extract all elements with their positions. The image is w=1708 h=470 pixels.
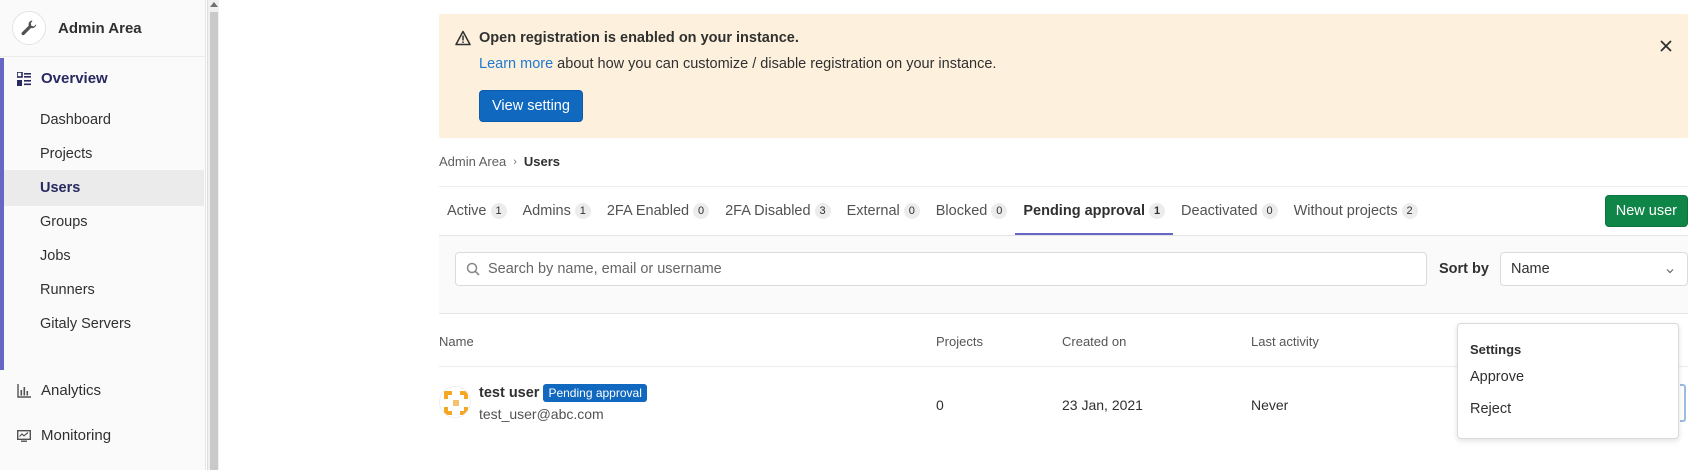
- sort-value: Name: [1511, 261, 1550, 277]
- monitoring-icon: [16, 428, 32, 444]
- tab-external[interactable]: External 0: [839, 187, 928, 235]
- sidebar-item-monitoring[interactable]: Monitoring: [16, 427, 111, 444]
- reject-menu-item[interactable]: Reject: [1470, 401, 1511, 417]
- tab-label: Deactivated: [1181, 203, 1258, 219]
- sidebar-item-analytics[interactable]: Analytics: [16, 382, 101, 399]
- view-setting-button[interactable]: View setting: [479, 90, 583, 122]
- sidebar-item-dashboard[interactable]: Dashboard: [4, 102, 204, 138]
- user-email: test_user@abc.com: [479, 406, 604, 422]
- tab-count-badge: 0: [903, 203, 920, 219]
- sidebar-item-label: Gitaly Servers: [40, 316, 132, 332]
- dropdown-header: Settings: [1470, 342, 1522, 357]
- breadcrumb-current[interactable]: Users: [524, 154, 560, 169]
- tab-label: Admins: [522, 203, 571, 219]
- chevron-down-icon: [1665, 264, 1675, 280]
- user-actions-dropdown: Settings Approve Reject: [1457, 323, 1679, 439]
- learn-more-link[interactable]: Learn more: [479, 56, 553, 72]
- sidebar-overview-label: Overview: [41, 70, 108, 87]
- status-badge: Pending approval: [543, 384, 647, 402]
- sidebar-item-gitaly-servers[interactable]: Gitaly Servers: [4, 306, 204, 342]
- created-on-date: 23 Jan, 2021: [1062, 397, 1143, 413]
- tab-count-badge: 0: [991, 203, 1008, 219]
- warning-icon: [455, 30, 471, 49]
- breadcrumb-admin-area[interactable]: Admin Area: [439, 154, 506, 169]
- tab-label: Without projects: [1293, 203, 1398, 219]
- analytics-icon: [16, 383, 32, 399]
- column-header-projects: Projects: [936, 334, 983, 349]
- filter-bar: Sort by Name: [439, 236, 1688, 314]
- user-tabs: Active 1 Admins 1 2FA Enabled 0 2FA Disable…: [439, 187, 1426, 235]
- tab-count-badge: 1: [1149, 203, 1166, 219]
- alert-body: Learn more about how you can customize /…: [479, 56, 996, 72]
- user-name-cell: test user Pending approval: [479, 384, 647, 402]
- tab-count-badge: 1: [490, 203, 507, 219]
- search-field[interactable]: [455, 252, 1427, 286]
- sidebar-header[interactable]: Admin Area: [0, 0, 205, 57]
- alert-body-text: about how you can customize / disable re…: [553, 56, 997, 72]
- sidebar-item-runners[interactable]: Runners: [4, 272, 204, 308]
- sidebar-analytics-label: Analytics: [41, 382, 102, 399]
- sidebar-item-projects[interactable]: Projects: [4, 136, 204, 172]
- sidebar-item-groups[interactable]: Groups: [4, 204, 204, 240]
- column-header-created-on: Created on: [1062, 334, 1127, 349]
- close-icon[interactable]: [1658, 38, 1674, 54]
- sidebar-item-label: Groups: [40, 214, 88, 230]
- sidebar-title: Admin Area: [58, 19, 142, 37]
- tab-deactivated[interactable]: Deactivated 0: [1173, 187, 1286, 235]
- registration-alert: Open registration is enabled on your ins…: [439, 14, 1688, 138]
- chevron-right-icon: ›: [513, 155, 517, 168]
- tab-count-badge: 1: [574, 203, 591, 219]
- column-header-name: Name: [439, 334, 474, 349]
- sidebar-monitoring-label: Monitoring: [41, 427, 112, 444]
- tab-count-badge: 2: [1401, 203, 1418, 219]
- admin-wrench-icon: [12, 11, 46, 45]
- approve-menu-item[interactable]: Approve: [1470, 369, 1524, 385]
- scroll-up-arrow-icon[interactable]: [210, 2, 218, 7]
- scroll-thumb[interactable]: [210, 12, 218, 470]
- tab-label: External: [846, 203, 900, 219]
- tab-admins[interactable]: Admins 1: [515, 187, 599, 235]
- sidebar-scrollbar[interactable]: [207, 0, 219, 470]
- tab-active[interactable]: Active 1: [439, 187, 515, 235]
- user-actions-button[interactable]: [1680, 384, 1686, 422]
- sidebar-item-label: Projects: [40, 146, 93, 162]
- alert-title: Open registration is enabled on your ins…: [479, 30, 799, 46]
- sidebar-item-label: Jobs: [40, 248, 71, 264]
- tab-label: Active: [447, 203, 487, 219]
- sidebar: Admin Area Overview Dashboard Projects U…: [0, 0, 206, 470]
- tab-label: 2FA Enabled: [606, 203, 690, 219]
- projects-count: 0: [936, 397, 944, 413]
- last-activity-value: Never: [1251, 397, 1289, 413]
- search-icon: [466, 262, 480, 276]
- sidebar-item-overview[interactable]: Overview: [16, 70, 108, 87]
- tab-count-badge: 0: [693, 203, 710, 219]
- sort-label: Sort by: [1439, 261, 1489, 277]
- sidebar-item-users[interactable]: Users: [4, 170, 204, 206]
- avatar[interactable]: [439, 386, 471, 418]
- overview-icon: [16, 71, 32, 87]
- tab-count-badge: 3: [814, 203, 831, 219]
- tab-label: Pending approval: [1023, 203, 1146, 219]
- sidebar-item-jobs[interactable]: Jobs: [4, 238, 204, 274]
- tab-2fa-disabled[interactable]: 2FA Disabled 3: [717, 187, 838, 235]
- sidebar-item-label: Dashboard: [40, 112, 111, 128]
- sidebar-item-label: Users: [40, 180, 81, 196]
- sidebar-item-label: Runners: [40, 282, 95, 298]
- tab-label: 2FA Disabled: [725, 203, 811, 219]
- tab-count-badge: 0: [1261, 203, 1278, 219]
- tab-without-projects[interactable]: Without projects 2: [1286, 187, 1426, 235]
- tab-pending-approval[interactable]: Pending approval 1: [1015, 187, 1173, 235]
- sort-dropdown[interactable]: Name: [1500, 252, 1688, 286]
- tab-2fa-enabled[interactable]: 2FA Enabled 0: [599, 187, 717, 235]
- tab-blocked[interactable]: Blocked 0: [928, 187, 1016, 235]
- breadcrumb: Admin Area › Users: [439, 154, 560, 169]
- new-user-button[interactable]: New user: [1604, 195, 1688, 227]
- column-header-last-activity: Last activity: [1251, 334, 1319, 349]
- user-name-link[interactable]: test user: [479, 385, 539, 401]
- tab-label: Blocked: [935, 203, 988, 219]
- search-input[interactable]: [488, 261, 1388, 277]
